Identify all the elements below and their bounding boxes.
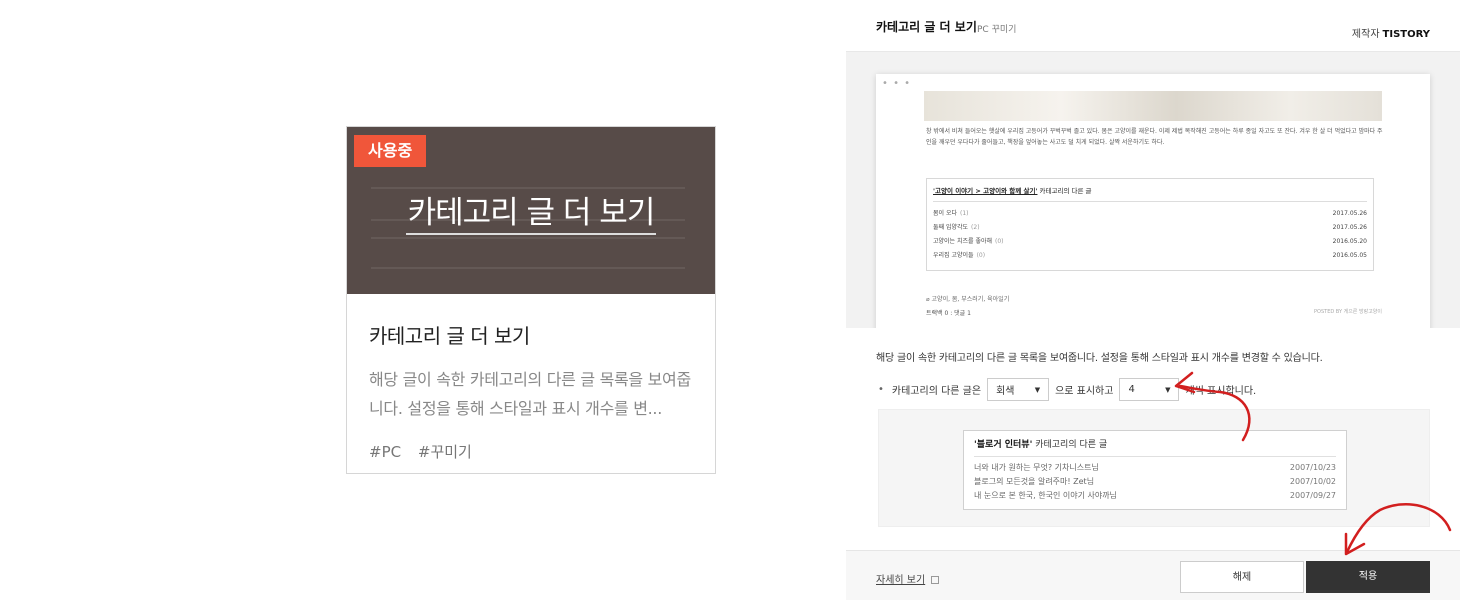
setting-middle: 으로 표시하고: [1055, 386, 1114, 397]
dropdown-caret-icon: ▼: [1034, 385, 1041, 394]
thumb-title: 카테고리 글 더 보기: [347, 187, 715, 235]
card-thumbnail: 사용중 카테고리 글 더 보기: [347, 127, 715, 294]
tag: #꾸미기: [417, 443, 472, 461]
related-row[interactable]: 우리집 고양이들 (0) 2016.05.05: [933, 249, 1367, 263]
more-details-label: 자세히 보기: [876, 575, 926, 586]
thumb-title-text: 카테고리 글 더 보기: [405, 195, 657, 235]
posted-by: POSTED BY 게으른 방랑고양이: [1314, 309, 1382, 315]
panel-footer: 자세히 보기 해제 적용: [846, 550, 1460, 600]
related-title: 둘째 입양각도: [933, 224, 969, 231]
post-text: 창 밖에서 비쳐 들어오는 햇살에 우리집 고등어가 꾸벅꾸벅 졸고 있다. 봄…: [926, 128, 1383, 146]
plugin-detail-panel: 카테고리 글 더 보기 PC 꾸미기 제작자 TISTORY • • • 창 밖에…: [846, 0, 1460, 600]
setting-suffix: 개씩 표시합니다.: [1185, 386, 1257, 397]
bullet: •: [878, 384, 884, 395]
thumb-texture: [371, 267, 685, 269]
card-title: 카테고리 글 더 보기: [369, 324, 530, 348]
thumb-texture: [371, 237, 685, 239]
post-tags: ⌀ 고양이, 봄, 부스러기, 육아일기: [926, 294, 1009, 303]
setting-prefix: 카테고리의 다른 글은: [891, 386, 982, 397]
related-title: 우리집 고양이들: [933, 252, 974, 259]
post-meta: 트랙백 0 : 댓글 1 POSTED BY 게으른 방랑고양이: [926, 308, 1382, 317]
related-row[interactable]: 봄이 오다 (1) 2017.05.26: [933, 207, 1367, 221]
sample-heading-rest: 카테고리의 다른 글: [1035, 440, 1108, 450]
card-tags: #PC #꾸미기: [369, 441, 693, 462]
sample-row[interactable]: 내 눈으로 본 한국, 한국인 이야기 사야까님 2007/09/27: [974, 489, 1336, 503]
sample-heading: '블로거 인터뷰' 카테고리의 다른 글: [974, 437, 1336, 457]
related-heading-link[interactable]: '고양이 이야기 > 고양이와 함께 살기': [933, 187, 1037, 195]
tag: #PC: [369, 443, 402, 461]
panel-subtitle: PC 꾸미기: [977, 25, 1017, 35]
related-count: (0): [976, 252, 986, 259]
maker-info: 제작자 TISTORY: [1352, 25, 1430, 40]
window-dots-icon: • • •: [882, 78, 912, 89]
sample-date: 2007/10/23: [1289, 463, 1336, 472]
external-link-icon: [931, 576, 940, 584]
in-use-badge: 사용중: [354, 135, 427, 167]
maker-name: TISTORY: [1382, 29, 1430, 40]
dropdown-caret-icon: ▼: [1165, 385, 1171, 394]
style-select-value: 회색: [996, 386, 1015, 397]
post-tags-text: 고양이, 봄, 부스러기, 육아일기: [931, 296, 1010, 303]
related-count: (1): [960, 210, 969, 217]
related-title: 봄이 오다: [933, 210, 957, 217]
plugin-card[interactable]: 사용중 카테고리 글 더 보기 카테고리 글 더 보기 해당 글이 속한 카테고…: [346, 126, 716, 474]
related-count: (0): [995, 238, 1004, 245]
apply-button[interactable]: 적용: [1306, 561, 1430, 593]
style-select[interactable]: 회색 ▼: [987, 378, 1050, 401]
sample-title: 너와 내가 원하는 무엇? 기차니스트님: [974, 463, 1099, 472]
related-date: 2016.05.20: [1332, 238, 1367, 245]
related-title: 고양이는 치즈를 좋아해: [933, 238, 993, 245]
panel-title: 카테고리 글 더 보기: [876, 20, 977, 34]
trackback-line: 트랙백 0 : 댓글 1: [926, 310, 971, 317]
sample-row[interactable]: 너와 내가 원하는 무엇? 기차니스트님 2007/10/23: [974, 461, 1336, 475]
related-date: 2016.05.05: [1332, 252, 1367, 259]
sample-heading-bold: '블로거 인터뷰': [974, 440, 1033, 450]
related-heading: '고양이 이야기 > 고양이와 함께 살기' 카테고리의 다른 글: [933, 185, 1367, 202]
sample-list-box: '블로거 인터뷰' 카테고리의 다른 글 너와 내가 원하는 무엇? 기차니스트…: [963, 430, 1347, 510]
card-body: 카테고리 글 더 보기 해당 글이 속한 카테고리의 다른 글 목록을 보여줍니…: [347, 294, 715, 462]
sample-date: 2007/09/27: [1289, 491, 1336, 500]
card-description: 해당 글이 속한 카테고리의 다른 글 목록을 보여줍니다. 설정을 통해 스타…: [369, 370, 691, 418]
more-details-link[interactable]: 자세히 보기: [876, 571, 940, 586]
preview-area: • • • 창 밖에서 비쳐 들어오는 햇살에 우리집 고등어가 꾸벅꾸벅 졸고…: [846, 52, 1460, 328]
maker-label: 제작자: [1351, 29, 1380, 40]
sample-row[interactable]: 블로그의 모든것을 알려주마! Zet님 2007/10/02: [974, 475, 1336, 489]
related-row[interactable]: 고양이는 치즈를 좋아해 (0) 2016.05.20: [933, 235, 1367, 249]
sample-title: 블로그의 모든것을 알려주마! Zet님: [974, 477, 1095, 486]
stage: 사용중 카테고리 글 더 보기 카테고리 글 더 보기 해당 글이 속한 카테고…: [0, 0, 1460, 600]
sample-title: 내 눈으로 본 한국, 한국인 이야기 사야까님: [974, 491, 1117, 500]
related-row[interactable]: 둘째 입양각도 (2) 2017.05.26: [933, 221, 1367, 235]
setting-row: • 카테고리의 다른 글은 회색 ▼ 으로 표시하고 4 ▼ 개씩 표시합니다.: [878, 378, 1256, 401]
remove-button[interactable]: 해제: [1180, 561, 1304, 593]
related-date: 2017.05.26: [1332, 210, 1367, 217]
post-image: [924, 91, 1382, 121]
style-sample-area: '블로거 인터뷰' 카테고리의 다른 글 너와 내가 원하는 무엇? 기차니스트…: [878, 409, 1430, 527]
preview-browser: • • • 창 밖에서 비쳐 들어오는 햇살에 우리집 고등어가 꾸벅꾸벅 졸고…: [876, 74, 1430, 328]
related-date: 2017.05.26: [1332, 224, 1367, 231]
count-select-value: 4: [1128, 384, 1135, 395]
related-count: (2): [971, 224, 980, 231]
panel-header: 카테고리 글 더 보기 PC 꾸미기 제작자 TISTORY: [846, 0, 1460, 52]
count-select[interactable]: 4 ▼: [1119, 378, 1180, 401]
sample-date: 2007/10/02: [1289, 477, 1336, 486]
plugin-description: 해당 글이 속한 카테고리의 다른 글 목록을 보여줍니다. 설정을 통해 스타…: [876, 353, 1323, 364]
related-heading-suffix: 카테고리의 다른 글: [1039, 187, 1092, 195]
related-posts-box: '고양이 이야기 > 고양이와 함께 살기' 카테고리의 다른 글 봄이 오다(…: [926, 178, 1374, 271]
